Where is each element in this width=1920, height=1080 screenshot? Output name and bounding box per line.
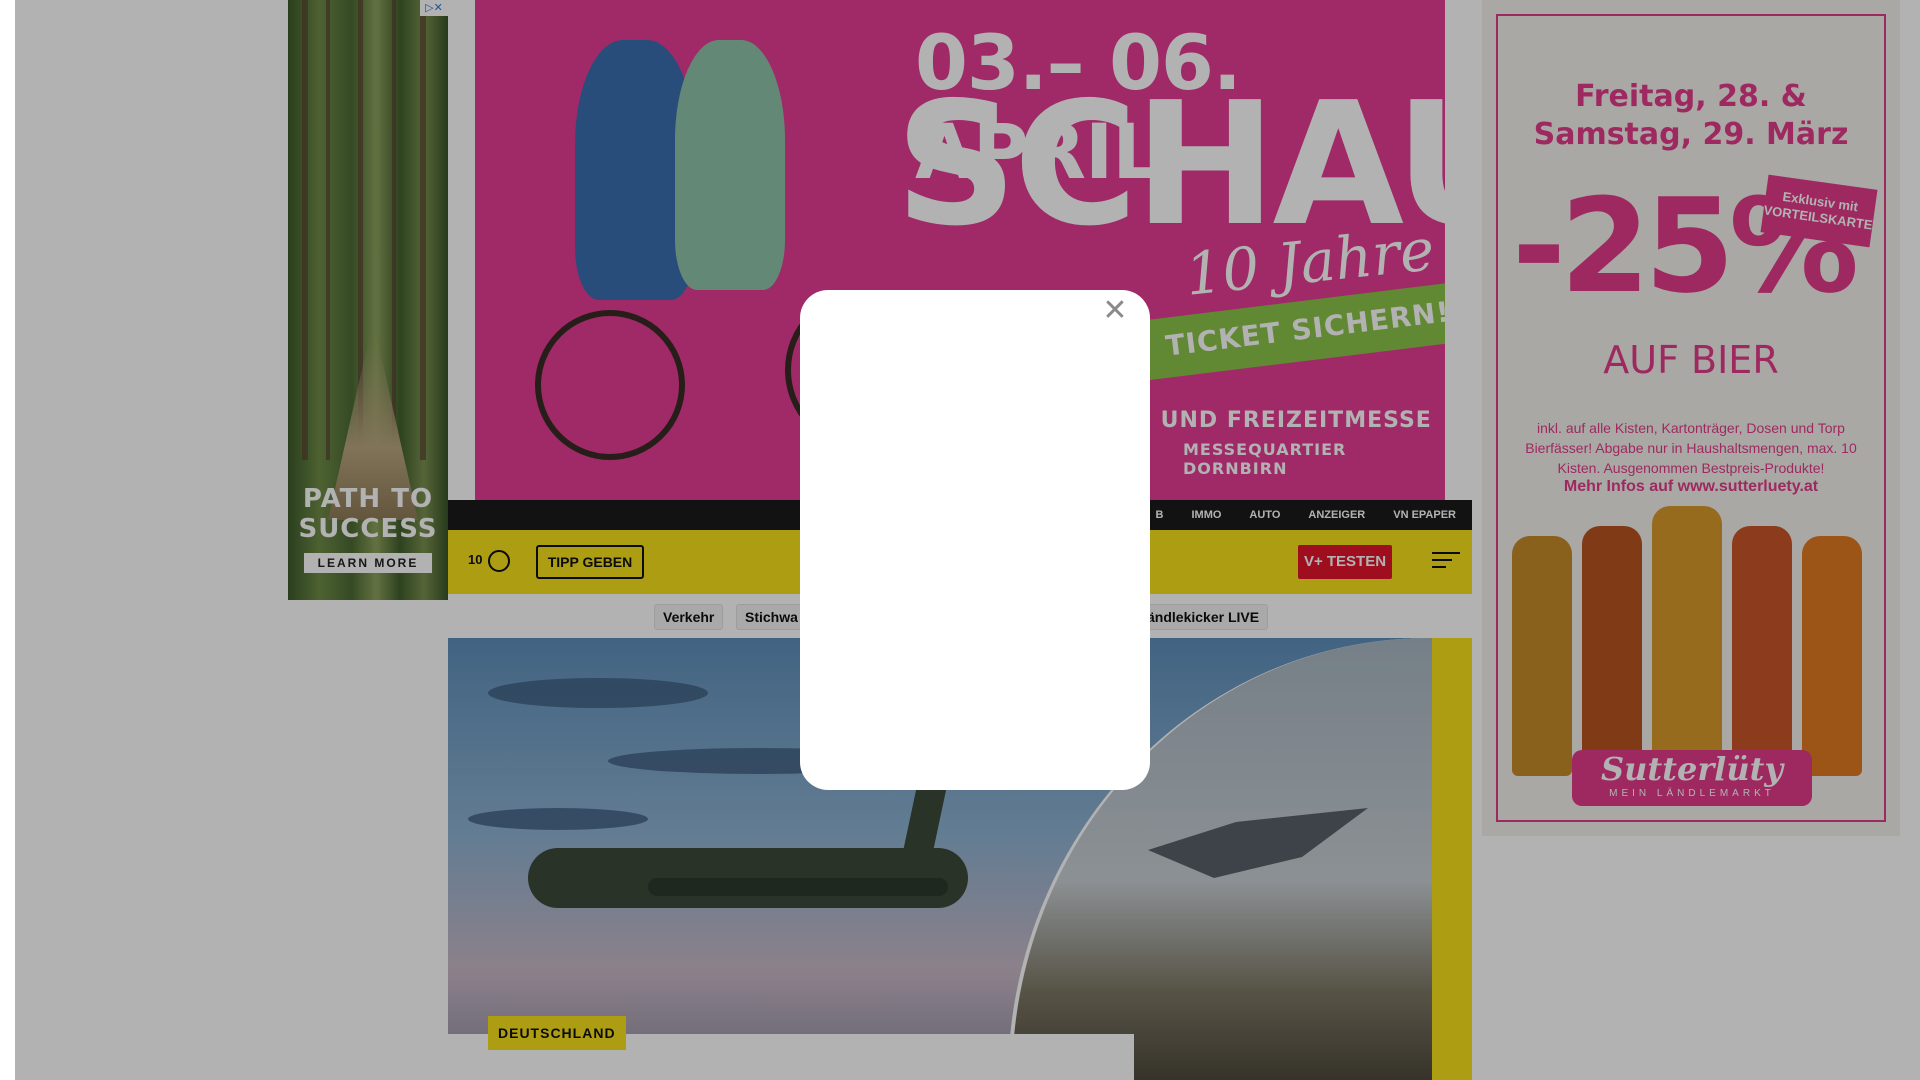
page-edge xyxy=(0,0,15,1080)
modal-dialog xyxy=(800,290,1150,790)
close-icon[interactable]: ✕ xyxy=(1098,294,1132,328)
